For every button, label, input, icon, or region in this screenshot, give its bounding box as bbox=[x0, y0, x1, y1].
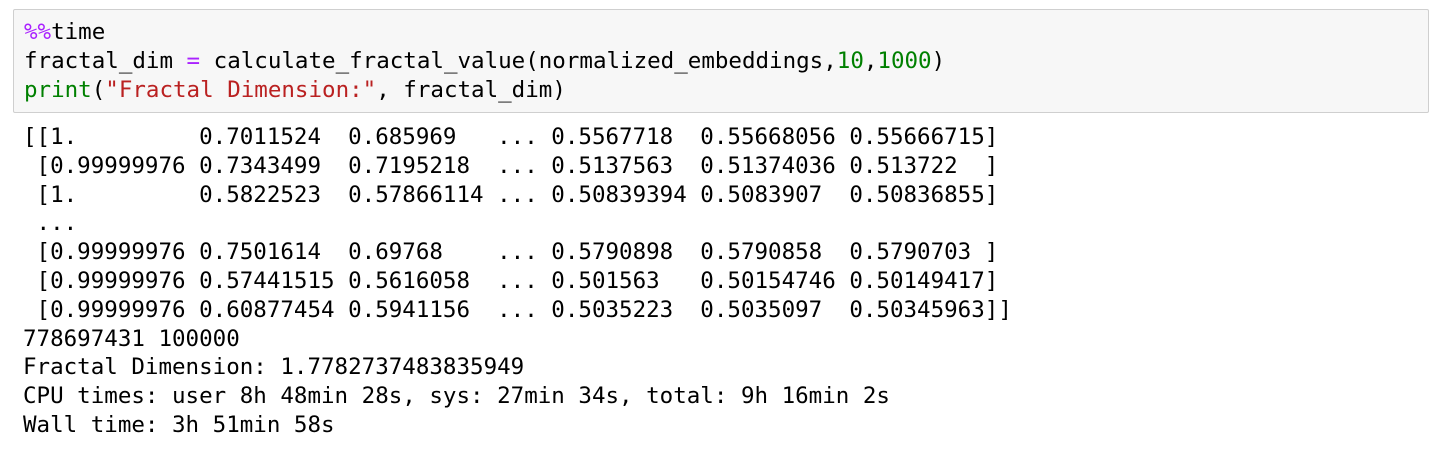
function-call: calculate_fractal_value(normalized_embed… bbox=[213, 48, 837, 74]
output-line: [0.99999976 0.7343499 0.7195218 ... 0.51… bbox=[23, 152, 999, 179]
close-paren: ) bbox=[931, 48, 946, 74]
wall-time-line: Wall time: 3h 51min 58s bbox=[23, 411, 335, 438]
open-paren: ( bbox=[91, 77, 106, 103]
output-line: [[1. 0.7011524 0.685969 ... 0.5567718 0.… bbox=[23, 124, 999, 150]
output-line: [0.99999976 0.60877454 0.5941156 ... 0.5… bbox=[23, 296, 1012, 323]
var-name: fractal_dim bbox=[24, 48, 174, 74]
string-literal: "Fractal Dimension:" bbox=[105, 77, 377, 103]
code-line-magic: %%time bbox=[24, 18, 945, 47]
cell-output: [[1. 0.7011524 0.685969 ... 0.5567718 0.… bbox=[23, 123, 1012, 440]
magic-prefix: %% bbox=[24, 19, 52, 45]
cpu-times-line: CPU times: user 8h 48min 28s, sys: 27min… bbox=[23, 383, 890, 410]
arg-comma: , bbox=[863, 48, 878, 74]
print-args: , fractal_dim) bbox=[376, 77, 566, 103]
code-input-cell[interactable]: %%time fractal_dim = calculate_fractal_v… bbox=[13, 9, 1429, 113]
builtin-print: print bbox=[24, 77, 92, 103]
magic-name: time bbox=[51, 19, 106, 45]
output-line: 778697431 100000 bbox=[23, 325, 240, 352]
assign-operator: = bbox=[173, 48, 214, 74]
output-line: [0.99999976 0.57441515 0.5616058 ... 0.5… bbox=[23, 267, 999, 294]
output-line: [1. 0.5822523 0.57866114 ... 0.50839394 … bbox=[23, 181, 999, 208]
output-line: ... bbox=[23, 210, 78, 237]
number-arg-1: 10 bbox=[836, 48, 864, 74]
code-line-assignment: fractal_dim = calculate_fractal_value(no… bbox=[24, 47, 945, 76]
fractal-dimension-line: Fractal Dimension: 1.7782737483835949 bbox=[23, 354, 525, 381]
output-line: [0.99999976 0.7501614 0.69768 ... 0.5790… bbox=[23, 239, 999, 266]
code-line-print: print("Fractal Dimension:", fractal_dim) bbox=[24, 76, 945, 105]
code-editor[interactable]: %%time fractal_dim = calculate_fractal_v… bbox=[24, 18, 945, 105]
number-arg-2: 1000 bbox=[877, 48, 932, 74]
